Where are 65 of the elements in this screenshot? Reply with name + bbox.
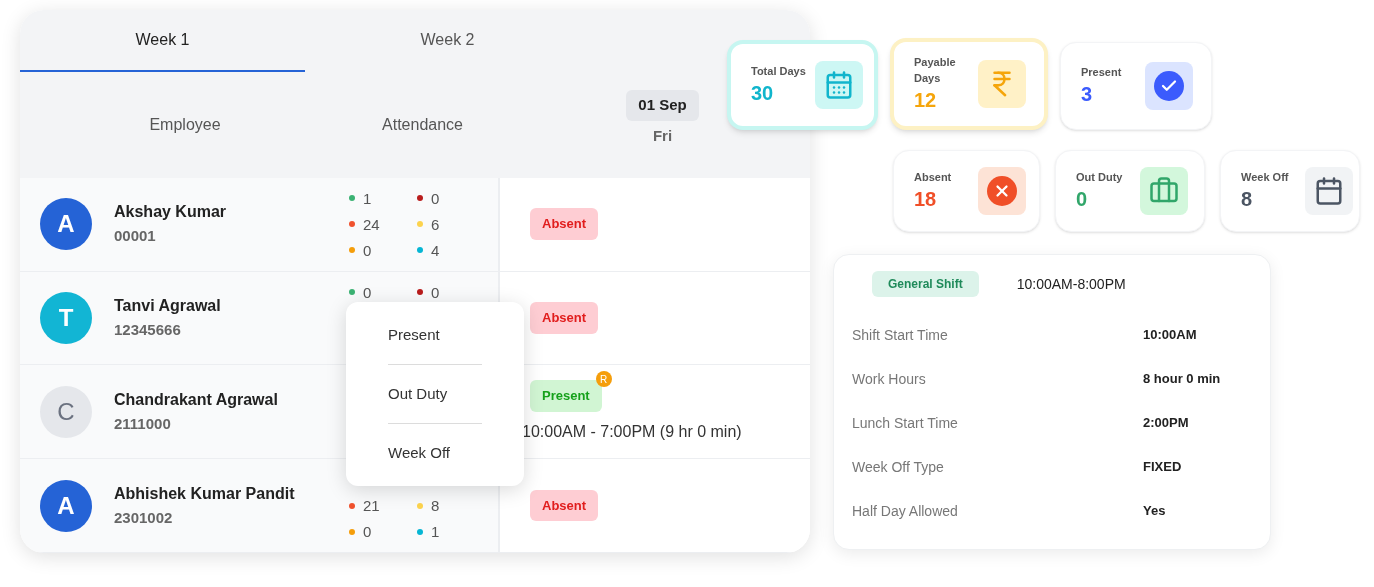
card-label: Total Days: [751, 64, 807, 79]
status-badge: Absent: [530, 302, 599, 334]
status-count: 21: [363, 496, 380, 516]
card-value: 18: [914, 187, 938, 212]
status-count: 6: [431, 214, 440, 235]
regularized-badge: R: [595, 371, 612, 387]
card-label: Payable Days: [914, 55, 957, 86]
calendar-icon: [815, 61, 863, 109]
detail-label: Half Day Allowed: [852, 501, 959, 521]
card-value: 3: [1081, 82, 1094, 107]
avatar: C: [40, 385, 92, 438]
detail-label: Work Hours: [852, 369, 927, 389]
detail-label: Week Off Type: [852, 457, 945, 477]
status-count: 0: [431, 188, 440, 209]
card-value: 12: [914, 88, 938, 113]
employee-name: Abhishek Kumar Pandit: [114, 483, 296, 504]
detail-value: FIXED: [1143, 458, 1182, 477]
menu-item[interactable]: Week Off: [388, 423, 482, 482]
card-value: 30: [751, 81, 775, 106]
detail-value: 8 hour 0 min: [1143, 370, 1221, 389]
card-label: Out Duty: [1076, 170, 1124, 185]
date-label: 01 Sep: [626, 90, 699, 121]
status-count: 0: [363, 240, 372, 261]
week-tab[interactable]: Week 2: [305, 10, 590, 72]
status-count: 1: [431, 522, 440, 542]
column-header: Attendance: [381, 114, 464, 135]
card-value: 0: [1076, 187, 1089, 212]
card-label: Week Off: [1241, 170, 1290, 185]
detail-value: 10:00AM: [1143, 326, 1197, 345]
shift-tag: General Shift: [872, 271, 979, 297]
status-badge: Absent: [530, 489, 599, 522]
card-label: Present: [1081, 65, 1123, 80]
detail-value: 2:00PM: [1143, 414, 1189, 433]
employee-name: Tanvi Agrawal: [114, 295, 222, 316]
status-count: 0: [431, 282, 440, 303]
column-header: Employee: [148, 114, 222, 135]
avatar: T: [40, 291, 92, 344]
avatar: A: [40, 198, 92, 251]
weekday-label: Fri: [652, 125, 673, 146]
status-count: 0: [363, 282, 372, 303]
card-label: Absent: [914, 170, 953, 185]
employee-code: 2301002: [114, 507, 174, 528]
time-range: 10:00AM - 7:00PM (9 hr 0 min): [522, 421, 743, 442]
employee-code: 2111000: [114, 413, 172, 434]
employee-code: 12345666: [114, 319, 182, 340]
status-count: 4: [431, 240, 440, 261]
detail-label: Lunch Start Time: [852, 413, 959, 433]
calendar-icon: [1305, 167, 1353, 215]
briefcase-icon: [1140, 167, 1188, 215]
employee-name: Akshay Kumar: [114, 202, 228, 223]
detail-value: Yes: [1143, 502, 1166, 521]
status-count: 0: [363, 522, 372, 542]
status-count: 24: [363, 214, 380, 235]
menu-item[interactable]: Present: [388, 306, 482, 364]
employee-code: 00001: [114, 226, 157, 247]
detail-label: Shift Start Time: [852, 325, 949, 345]
card-value: 8: [1241, 187, 1254, 212]
shift-hours: 10:00AM-8:00PM: [1016, 274, 1126, 294]
status-count: 1: [363, 188, 372, 209]
employee-name: Chandrakant Agrawal: [114, 389, 279, 410]
status-badge: Absent: [530, 208, 599, 240]
rupee-icon: [978, 60, 1026, 108]
status-count: 8: [431, 496, 440, 516]
avatar: A: [40, 479, 92, 532]
menu-item[interactable]: Out Duty: [388, 364, 482, 423]
